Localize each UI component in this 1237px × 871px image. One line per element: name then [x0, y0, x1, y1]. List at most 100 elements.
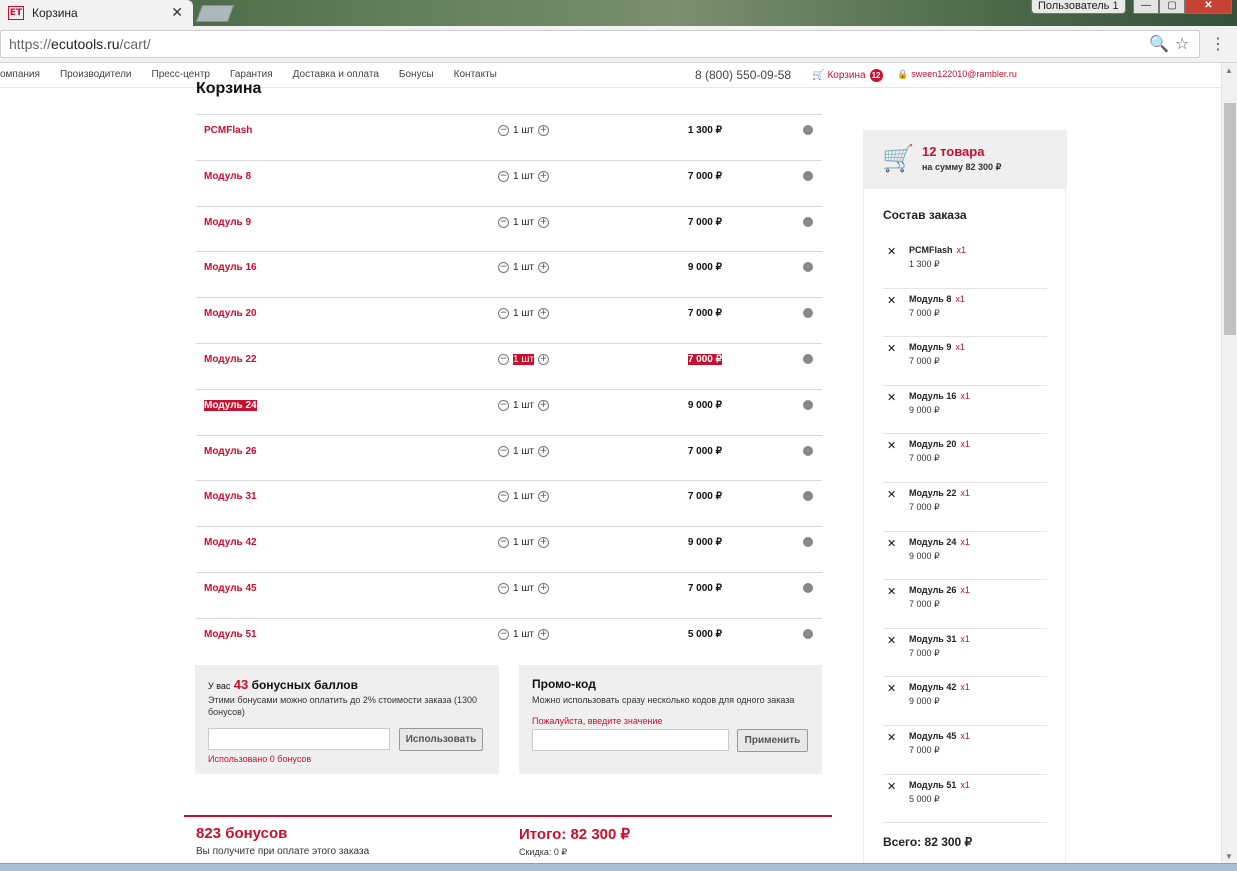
nav-item-press[interactable]: Пресс-центр [152, 69, 210, 80]
plus-icon[interactable]: + [537, 170, 549, 182]
minus-icon[interactable]: − [498, 170, 509, 182]
minus-icon[interactable]: − [498, 308, 509, 320]
product-name[interactable]: Модуль 51 [204, 629, 257, 640]
plus-icon[interactable]: + [537, 125, 549, 136]
scroll-up-icon[interactable]: ▲ [1225, 66, 1233, 75]
remove-item-icon[interactable] [803, 125, 813, 135]
minus-icon[interactable]: − [498, 125, 509, 136]
product-name[interactable]: Модуль 9 [204, 217, 251, 228]
remove-icon[interactable]: ✕ [887, 585, 896, 598]
nav-item-bonuses[interactable]: Бонусы [399, 69, 434, 80]
user-email: sween122010@rambler.ru [911, 69, 1017, 79]
remove-item-icon[interactable] [803, 445, 813, 456]
product-name[interactable]: Модуль 20 [204, 308, 257, 319]
remove-icon[interactable]: ✕ [887, 439, 896, 452]
remove-icon[interactable]: ✕ [887, 342, 896, 355]
zoom-icon[interactable]: 🔍 [1149, 34, 1169, 53]
remove-icon[interactable]: ✕ [887, 294, 896, 307]
minus-icon[interactable]: − [498, 537, 509, 549]
scroll-down-icon[interactable]: ▼ [1225, 852, 1233, 861]
remove-icon[interactable]: ✕ [887, 634, 896, 647]
order-item-label: Модуль 51 [909, 779, 957, 790]
maximize-icon[interactable]: ▢ [1159, 0, 1185, 14]
bonus-points: 43 [233, 677, 249, 692]
plus-icon[interactable]: + [537, 308, 549, 320]
phone-number[interactable]: 8 (800) 550-09-58 [695, 68, 791, 82]
promo-input[interactable] [532, 729, 729, 751]
remove-icon[interactable]: ✕ [887, 391, 896, 404]
plus-icon[interactable]: + [537, 537, 549, 549]
bookmark-star-icon[interactable]: ☆ [1175, 34, 1189, 53]
plus-icon[interactable]: + [537, 582, 549, 594]
product-name[interactable]: Модуль 26 [204, 446, 257, 457]
remove-item-icon[interactable] [803, 216, 813, 227]
nav-item-contacts[interactable]: Контакты [454, 69, 497, 80]
plus-icon[interactable]: + [537, 262, 549, 274]
minus-icon[interactable]: − [498, 445, 509, 457]
remove-item-icon[interactable] [803, 399, 813, 410]
minimize-icon[interactable]: — [1133, 0, 1159, 14]
bonus-panel: У вас 43 бонусных баллов Этими бонусами … [195, 665, 499, 774]
price-value: 7 000 ₽ [687, 353, 722, 365]
browser-tab[interactable]: ET Корзина ✕ [0, 0, 193, 26]
use-bonus-button[interactable]: Использовать [399, 728, 483, 751]
profile-button[interactable]: Пользователь 1 [1031, 0, 1126, 14]
remove-icon[interactable]: ✕ [887, 245, 896, 258]
new-tab-button[interactable] [195, 5, 235, 22]
remove-item-icon[interactable] [803, 491, 813, 502]
minus-icon[interactable]: − [498, 216, 509, 228]
url-input[interactable]: https://ecutools.ru/cart/ [0, 30, 1200, 58]
nav-item-warranty[interactable]: Гарантия [230, 69, 273, 80]
remove-icon[interactable]: ✕ [887, 682, 896, 695]
minus-icon[interactable]: − [498, 628, 509, 640]
price-value: 9 000 ₽ [687, 262, 722, 274]
minus-icon[interactable]: − [498, 399, 509, 411]
tab-close-icon[interactable]: ✕ [171, 4, 183, 21]
remove-item-icon[interactable] [803, 628, 813, 639]
nav-item-company[interactable]: омпания [0, 69, 40, 80]
scroll-thumb[interactable] [1224, 103, 1236, 335]
menu-dots-icon[interactable]: ⋮ [1210, 34, 1226, 53]
bonus-input[interactable] [208, 728, 390, 750]
lock-icon: 🔒 [897, 69, 909, 79]
apply-promo-button[interactable]: Применить [737, 729, 808, 752]
product-name[interactable]: Модуль 42 [204, 537, 257, 548]
user-account-link[interactable]: 🔒 sween122010@rambler.ru [897, 69, 1017, 80]
remove-icon[interactable]: ✕ [887, 731, 896, 744]
minus-icon[interactable]: − [498, 262, 509, 274]
remove-item-icon[interactable] [803, 582, 813, 593]
plus-icon[interactable]: + [537, 399, 549, 411]
plus-icon[interactable]: + [537, 216, 549, 228]
plus-icon[interactable]: + [537, 628, 549, 640]
order-item-label: Модуль 8 [909, 293, 952, 304]
order-item-name: Модуль 51 x1 [909, 780, 970, 790]
minus-icon[interactable]: − [498, 582, 509, 594]
minus-icon[interactable]: − [498, 353, 509, 365]
plus-icon[interactable]: + [537, 353, 549, 365]
plus-icon[interactable]: + [537, 491, 549, 503]
nav-cart-link[interactable]: 🛒 Корзина 12 [812, 69, 883, 82]
remove-item-icon[interactable] [803, 353, 813, 364]
product-name[interactable]: Модуль 22 [204, 354, 257, 365]
remove-icon[interactable]: ✕ [887, 488, 896, 501]
remove-item-icon[interactable] [803, 262, 813, 273]
product-name[interactable]: Модуль 24 [204, 399, 257, 411]
remove-item-icon[interactable] [803, 308, 813, 319]
nav-item-delivery[interactable]: Доставка и оплата [293, 69, 379, 80]
remove-icon[interactable]: ✕ [887, 780, 896, 793]
product-name[interactable]: Модуль 8 [204, 171, 251, 182]
product-name[interactable]: Модуль 45 [204, 583, 257, 594]
nav-item-manufacturers[interactable]: Производители [60, 69, 132, 80]
remove-icon[interactable]: ✕ [887, 537, 896, 550]
quantity-value: 1 шт [513, 216, 534, 228]
product-name[interactable]: Модуль 16 [204, 262, 257, 273]
product-name[interactable]: Модуль 31 [204, 491, 257, 502]
window-close-icon[interactable]: ✕ [1185, 0, 1232, 14]
product-name[interactable]: PCMFlash [204, 125, 252, 136]
remove-item-icon[interactable] [803, 170, 813, 181]
plus-icon[interactable]: + [537, 445, 549, 457]
minus-icon[interactable]: − [498, 491, 509, 503]
page-scrollbar[interactable]: ▲ ▼ [1221, 63, 1237, 863]
order-item-price: 9 000 ₽ [909, 696, 940, 707]
remove-item-icon[interactable] [803, 537, 813, 548]
